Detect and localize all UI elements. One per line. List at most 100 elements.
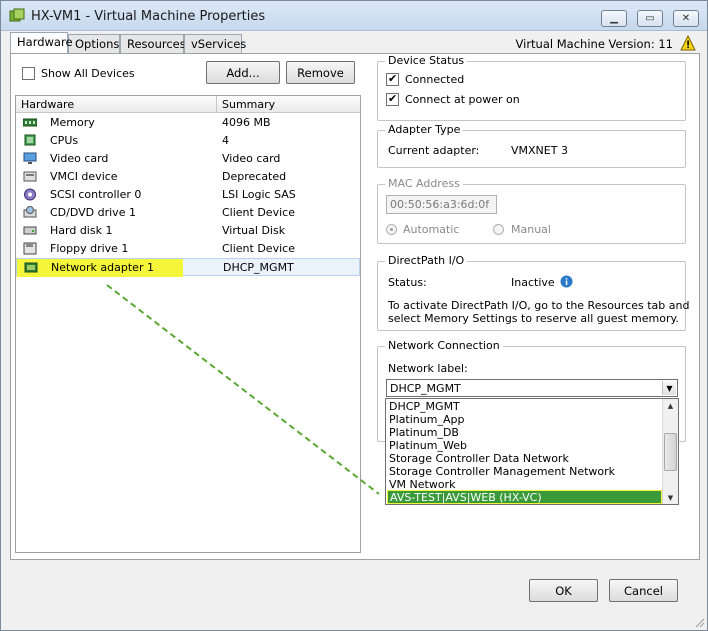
hardware-list-header: Hardware Summary xyxy=(16,96,360,113)
tab-resources[interactable]: Resources xyxy=(120,34,186,53)
device-summary: Client Device xyxy=(222,206,295,219)
show-all-devices-checkbox[interactable] xyxy=(22,67,35,80)
cancel-button[interactable]: Cancel xyxy=(609,579,678,602)
dropdown-scrollbar[interactable]: ▲ ▼ xyxy=(662,399,678,504)
manual-radio[interactable] xyxy=(493,224,504,235)
current-adapter-label: Current adapter: xyxy=(388,144,480,157)
chevron-down-icon[interactable]: ▼ xyxy=(662,381,676,395)
adapter-type-title: Adapter Type xyxy=(385,123,464,136)
network-connection-title: Network Connection xyxy=(385,339,503,352)
maximize-button[interactable]: ▭ xyxy=(637,10,663,27)
device-row-vmci[interactable]: VMCI device Deprecated xyxy=(16,168,360,186)
close-icon: ✕ xyxy=(681,13,691,24)
ok-button[interactable]: OK xyxy=(529,579,598,602)
network-adapter-icon xyxy=(24,262,38,273)
tab-hardware[interactable]: Hardware xyxy=(10,32,73,53)
directpath-status-value: Inactive xyxy=(511,276,555,289)
manual-label: Manual xyxy=(511,223,551,236)
memory-icon xyxy=(23,118,37,127)
vm-version-label: Virtual Machine Version: 11 xyxy=(515,37,673,51)
column-summary[interactable]: Summary xyxy=(222,98,275,111)
device-name: Hard disk 1 xyxy=(50,224,113,237)
network-option[interactable]: Storage Controller Data Network xyxy=(387,452,662,465)
mac-address-field[interactable]: 00:50:56:a3:6d:0f xyxy=(386,195,497,214)
harddisk-icon xyxy=(23,226,37,235)
scroll-down-icon[interactable]: ▼ xyxy=(663,491,678,504)
mac-address-group: MAC Address 00:50:56:a3:6d:0f Automatic … xyxy=(377,177,686,244)
network-option[interactable]: Platinum_Web xyxy=(387,439,662,452)
adapter-type-group: Adapter Type Current adapter: VMXNET 3 xyxy=(377,123,686,168)
device-summary: Deprecated xyxy=(222,170,287,183)
device-name: CPUs xyxy=(50,134,79,147)
device-status-group: Device Status Connected Connect at power… xyxy=(377,54,686,121)
network-label-caption: Network label: xyxy=(388,362,468,375)
directpath-group: DirectPath I/O Status: Inactive To activ… xyxy=(377,254,690,331)
device-name: Memory xyxy=(50,116,95,129)
device-row-cd-dvd[interactable]: CD/DVD drive 1 Client Device xyxy=(16,204,360,222)
connected-label: Connected xyxy=(405,73,465,86)
connected-checkbox[interactable] xyxy=(386,72,399,86)
directpath-note-line1: To activate DirectPath I/O, go to the Re… xyxy=(388,299,690,312)
maximize-icon: ▭ xyxy=(645,13,655,24)
cpu-icon xyxy=(24,134,36,146)
current-adapter-value: VMXNET 3 xyxy=(511,144,568,157)
network-option-highlighted[interactable]: AVS-TEST|AVS|WEB (HX-VC) xyxy=(387,490,662,504)
device-row-memory[interactable]: Memory 4096 MB xyxy=(16,114,360,132)
show-all-devices-label: Show All Devices xyxy=(41,67,135,80)
device-name: Video card xyxy=(50,152,109,165)
automatic-radio[interactable] xyxy=(386,224,397,235)
device-name: Network adapter 1 xyxy=(51,261,154,274)
directpath-title: DirectPath I/O xyxy=(385,254,468,267)
info-icon[interactable] xyxy=(560,275,573,288)
vmci-icon xyxy=(23,171,37,182)
device-row-network-adapter[interactable]: Network adapter 1 DHCP_MGMT xyxy=(16,258,360,277)
hardware-panel: Show All Devices Add... Remove Hardware … xyxy=(10,53,700,560)
tab-options[interactable]: Options xyxy=(68,34,120,53)
vm-properties-window: HX-VM1 - Virtual Machine Properties ▁ ▭ … xyxy=(0,0,708,631)
add-button[interactable]: Add... xyxy=(206,61,280,84)
device-summary: 4 xyxy=(222,134,229,147)
connect-at-power-on-checkbox[interactable] xyxy=(386,92,399,106)
warning-icon xyxy=(680,35,696,51)
network-option[interactable]: Platinum_DB xyxy=(387,426,662,439)
scroll-up-icon[interactable]: ▲ xyxy=(663,399,678,412)
close-button[interactable]: ✕ xyxy=(673,10,699,27)
device-status-title: Device Status xyxy=(385,54,468,67)
scsi-icon xyxy=(24,188,36,201)
network-label-dropdown[interactable]: DHCP_MGMT Platinum_App Platinum_DB Plati… xyxy=(385,398,679,505)
remove-button[interactable]: Remove xyxy=(286,61,355,84)
column-hardware[interactable]: Hardware xyxy=(21,98,74,111)
minimize-icon: ▁ xyxy=(610,13,618,24)
device-summary: Virtual Disk xyxy=(222,224,286,237)
device-row-hard-disk[interactable]: Hard disk 1 Virtual Disk xyxy=(16,222,360,240)
device-row-cpus[interactable]: CPUs 4 xyxy=(16,132,360,150)
vm-icon xyxy=(9,8,25,22)
device-row-floppy[interactable]: Floppy drive 1 Client Device xyxy=(16,240,360,258)
tab-vservices[interactable]: vServices xyxy=(184,34,246,53)
device-name: SCSI controller 0 xyxy=(50,188,142,201)
network-option[interactable]: Storage Controller Management Network xyxy=(387,465,662,478)
device-summary: DHCP_MGMT xyxy=(223,261,294,274)
connect-at-power-on-label: Connect at power on xyxy=(405,93,520,106)
hardware-list[interactable]: Hardware Summary Memory 4096 MB CPUs 4 V… xyxy=(15,95,361,553)
floppy-icon xyxy=(23,242,37,255)
device-name: VMCI device xyxy=(50,170,118,183)
directpath-note-line2: select Memory Settings to reserve all gu… xyxy=(388,312,679,325)
scrollbar-thumb[interactable] xyxy=(664,433,677,471)
resize-grip-icon[interactable] xyxy=(693,616,705,628)
device-summary: LSI Logic SAS xyxy=(222,188,296,201)
window-title: HX-VM1 - Virtual Machine Properties xyxy=(31,9,266,24)
automatic-label: Automatic xyxy=(403,223,460,236)
network-option[interactable]: DHCP_MGMT xyxy=(387,400,662,413)
network-label-selected: DHCP_MGMT xyxy=(390,382,461,395)
device-summary: 4096 MB xyxy=(222,116,271,129)
device-row-scsi[interactable]: SCSI controller 0 LSI Logic SAS xyxy=(16,186,360,204)
network-label-select[interactable]: DHCP_MGMT ▼ xyxy=(386,379,678,397)
monitor-icon xyxy=(23,152,37,164)
network-option[interactable]: Platinum_App xyxy=(387,413,662,426)
device-name: CD/DVD drive 1 xyxy=(50,206,136,219)
title-bar[interactable]: HX-VM1 - Virtual Machine Properties ▁ ▭ … xyxy=(1,1,707,31)
device-summary: Client Device xyxy=(222,242,295,255)
minimize-button[interactable]: ▁ xyxy=(601,10,627,27)
device-row-video-card[interactable]: Video card Video card xyxy=(16,150,360,168)
